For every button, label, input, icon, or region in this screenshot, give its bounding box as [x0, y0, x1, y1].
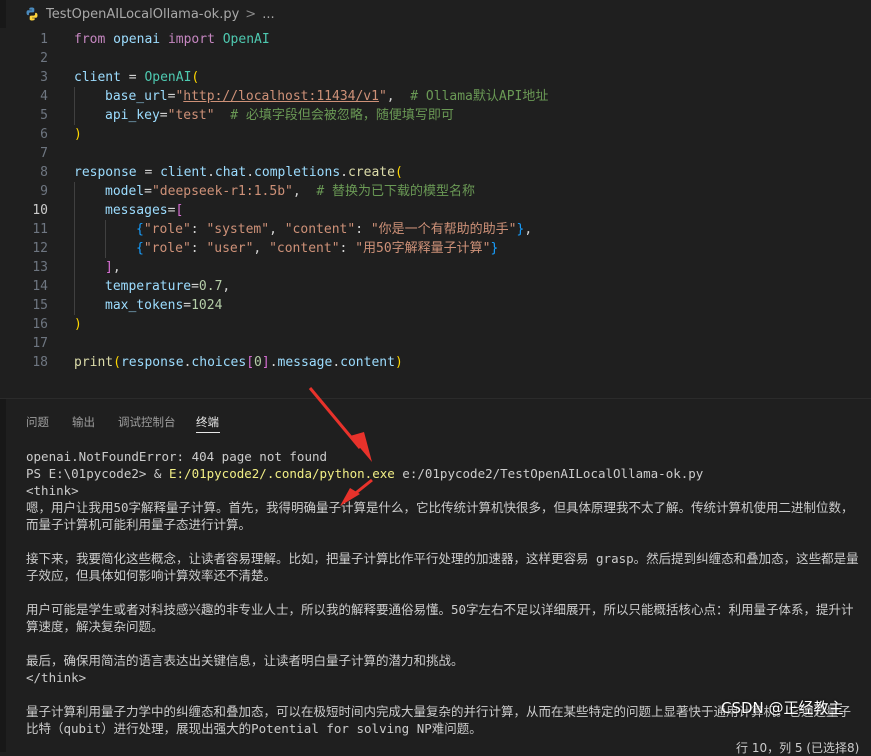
line-number: 16	[32, 317, 48, 332]
line-number: 14	[32, 279, 48, 294]
code-line-17[interactable]: 17	[0, 334, 871, 353]
line-number: 17	[32, 336, 48, 351]
line-number: 15	[32, 298, 48, 313]
status-cursor-position[interactable]: 行 10，列 5 (已选择8)	[736, 739, 859, 756]
code-line-3[interactable]: 3 client = OpenAI(	[0, 68, 871, 87]
terminal-paragraph: 最后，确保用简洁的语言表达出关键信息，让读者明白量子计算的潜力和挑战。	[26, 653, 464, 668]
terminal-paragraph: 用户可能是学生或者对科技感兴趣的非专业人士，所以我的解释要通俗易懂。50字左右不…	[26, 602, 854, 634]
code-line-14[interactable]: 14 temperature=0.7,	[0, 277, 871, 296]
line-number: 4	[40, 89, 48, 104]
line-number: 10	[32, 203, 48, 218]
code-line-1[interactable]: 1 from openai import OpenAI	[0, 30, 871, 49]
code-line-16[interactable]: 16)	[0, 315, 871, 334]
line-number: 6	[40, 127, 48, 142]
code-line-5[interactable]: 5 api_key="test" # 必填字段但会被忽略，随便填写即可	[0, 106, 871, 125]
code-line-18[interactable]: 18 print(response.choices[0].message.cont…	[0, 353, 871, 372]
line-number: 3	[40, 70, 48, 85]
code-line-6[interactable]: 6)	[0, 125, 871, 144]
terminal-paragraph: 接下来，我要简化这些概念，让读者容易理解。比如，把量子计算比作平行处理的加速器，…	[26, 551, 859, 583]
code-line-10[interactable]: 10 messages=[	[0, 201, 871, 220]
line-number: 7	[40, 146, 48, 161]
tab-problems[interactable]: 问题	[26, 414, 49, 430]
code-line-15[interactable]: 15 max_tokens=1024	[0, 296, 871, 315]
code-line-12[interactable]: 12 {"role": "user", "content": "用50字解释量子计…	[0, 239, 871, 258]
line-number: 13	[32, 260, 48, 275]
tab-terminal[interactable]: 终端	[196, 414, 219, 430]
breadcrumb-file[interactable]: TestOpenAILocalOllama-ok.py	[46, 7, 239, 22]
breadcrumb-ellipsis[interactable]: ...	[262, 7, 274, 22]
code-line-9[interactable]: 9 model="deepseek-r1:1.5b", # 替换为已下载的模型名称	[0, 182, 871, 201]
python-file-icon	[26, 7, 38, 21]
breadcrumb: TestOpenAILocalOllama-ok.py > ...	[0, 0, 871, 28]
line-number: 5	[40, 108, 48, 123]
tab-output[interactable]: 输出	[72, 414, 95, 430]
code-editor[interactable]: 1 from openai import OpenAI 2 3 client = O…	[0, 28, 871, 398]
line-number: 2	[40, 51, 48, 66]
code-line-11[interactable]: 11 {"role": "system", "content": "你是一个有帮助…	[0, 220, 871, 239]
code-line-8[interactable]: 8 response = client.chat.completions.crea…	[0, 163, 871, 182]
line-number: 12	[32, 241, 48, 256]
line-number: 9	[40, 184, 48, 199]
active-tab-indicator	[196, 432, 220, 433]
panel-divider[interactable]	[0, 398, 871, 399]
tab-debug-console[interactable]: 调试控制台	[118, 414, 176, 430]
code-line-13[interactable]: 13],	[0, 258, 871, 277]
code-line-2[interactable]: 2	[0, 49, 871, 68]
line-number: 1	[40, 32, 48, 47]
terminal-paragraph: 嗯，用户让我用50字解释量子计算。首先，我得明确量子计算是什么，它比传统计算机快…	[26, 500, 854, 532]
think-close-tag: </think>	[26, 670, 87, 685]
line-number: 8	[40, 165, 48, 180]
code-line-7[interactable]: 7	[0, 144, 871, 163]
line-number: 11	[32, 222, 48, 237]
watermark: CSDN @正经教主	[721, 699, 844, 717]
terminal-command-line: PS E:\01pycode2> & E:/01pycode2/.conda/p…	[26, 466, 704, 481]
terminal-output[interactable]: openai.NotFoundError: 404 page not found…	[26, 448, 861, 737]
think-open-tag: <think>	[26, 483, 79, 498]
code-line-4[interactable]: 4 base_url="http://localhost:11434/v1", #…	[0, 87, 871, 106]
terminal-error-line: openai.NotFoundError: 404 page not found	[26, 449, 328, 464]
line-number: 18	[32, 355, 48, 370]
panel-tab-bar: 问题 输出 调试控制台 终端	[0, 406, 871, 436]
breadcrumb-separator: >	[245, 6, 257, 22]
url-link: http://localhost:11434/v1	[183, 89, 379, 104]
